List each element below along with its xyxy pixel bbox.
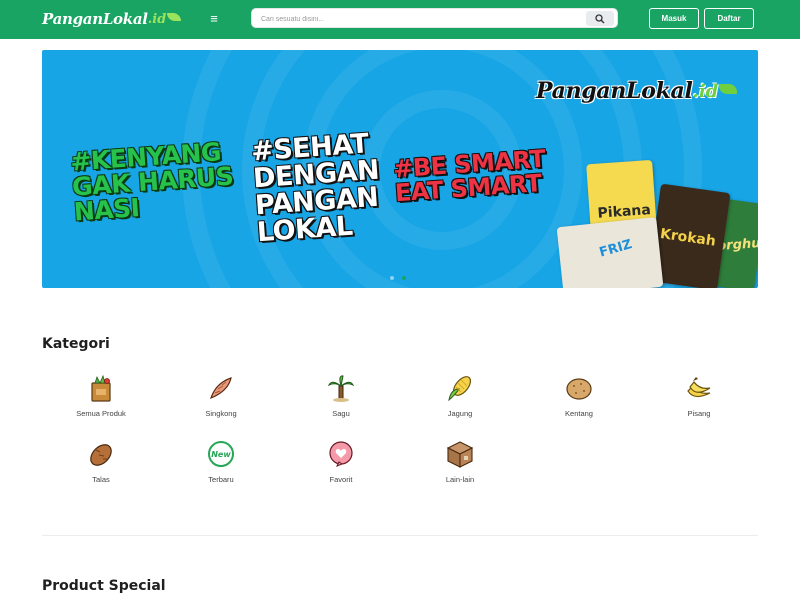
category-singkong[interactable]: Singkong (171, 373, 271, 418)
heart-bubble-icon (329, 441, 353, 467)
potato-icon (566, 378, 592, 400)
logo-text: PanganLokal (42, 10, 148, 28)
category-label: Terbaru (208, 475, 234, 484)
search-bar (251, 8, 618, 28)
search-icon (595, 13, 605, 23)
search-button[interactable] (586, 11, 614, 26)
svg-text:New: New (211, 450, 231, 459)
banner-tagline-sehat: #SEHAT DENGAN PANGAN LOKAL (250, 128, 383, 248)
banner-tagline-smart: #BE SMART EAT SMART (392, 145, 548, 207)
category-terbaru[interactable]: New Terbaru (171, 439, 271, 484)
category-sagu[interactable]: Sagu (291, 373, 391, 418)
banner-logo-tld: .id (692, 80, 719, 102)
top-navbar: PanganLokal .id ≡ Masuk Daftar (0, 0, 800, 39)
category-favorit[interactable]: Favorit (291, 439, 391, 484)
category-label: Kentang (565, 409, 593, 418)
category-label: Pisang (687, 409, 711, 418)
category-label: Talas (92, 475, 110, 484)
category-label: Singkong (205, 409, 237, 418)
carousel-dot-active[interactable] (402, 276, 406, 280)
category-semua-produk[interactable]: Semua Produk (51, 373, 151, 418)
login-button[interactable]: Masuk (649, 8, 699, 29)
category-label: Favorit (329, 475, 353, 484)
promo-banner-carousel[interactable]: PanganLokal .id #KENYANG GAK HARUS NASI … (42, 50, 758, 288)
palm-tree-icon (327, 375, 355, 402)
section-divider (42, 535, 758, 536)
category-kentang[interactable]: Kentang (529, 373, 629, 418)
product-label: FRIZ (597, 237, 634, 261)
banner-logo: PanganLokal .id (536, 78, 738, 104)
box-icon (446, 441, 474, 468)
category-pisang[interactable]: Pisang (649, 373, 749, 418)
banana-icon (687, 377, 711, 398)
category-lain-lain[interactable]: Lain-lain (410, 439, 510, 484)
carousel-indicators (390, 276, 406, 280)
product-special-heading: Product Special (42, 578, 166, 594)
category-talas[interactable]: Talas (51, 439, 151, 484)
product-label: Krokah (659, 226, 717, 250)
category-label: Lain-lain (445, 475, 475, 484)
taro-icon (90, 444, 112, 466)
category-label: Semua Produk (76, 409, 126, 418)
category-jagung[interactable]: Jagung (410, 373, 510, 418)
product-package-friz: FRIZ (556, 216, 664, 288)
grocery-bag-icon (91, 374, 111, 402)
kategori-heading: Kategori (42, 336, 110, 352)
cassava-icon (210, 377, 232, 400)
category-label: Jagung (447, 409, 473, 418)
carousel-dot[interactable] (390, 276, 394, 280)
leaf-icon (719, 84, 738, 94)
hamburger-menu-icon[interactable]: ≡ (206, 10, 222, 28)
corn-icon (448, 376, 472, 402)
category-label: Sagu (332, 409, 350, 418)
site-logo[interactable]: PanganLokal .id (42, 7, 182, 31)
logo-tld: .id (147, 11, 167, 27)
new-badge-icon: New (208, 441, 234, 467)
banner-tagline-kenyang: #KENYANG GAK HARUS NASI (69, 137, 236, 226)
leaf-icon (167, 13, 182, 21)
banner-logo-text: PanganLokal (536, 78, 693, 104)
search-input[interactable] (261, 12, 581, 26)
register-button[interactable]: Daftar (704, 8, 754, 29)
